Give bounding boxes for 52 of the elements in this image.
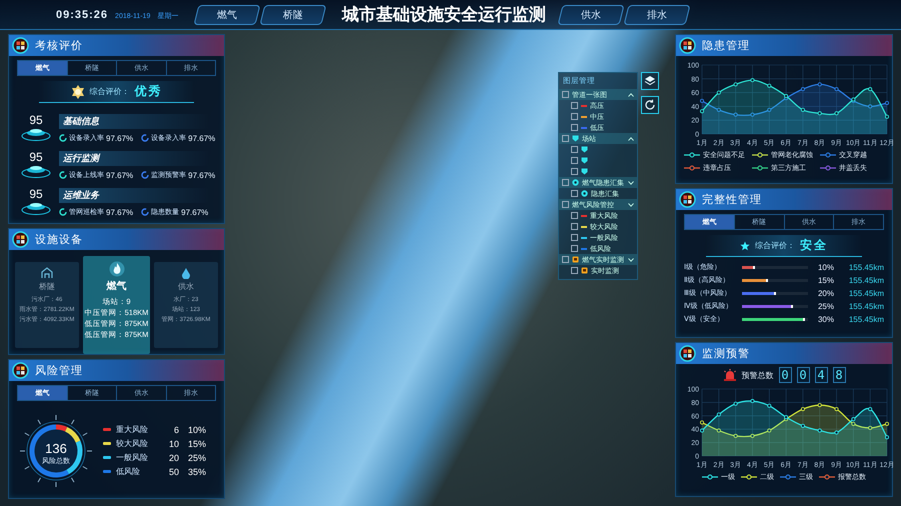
risk-level-name: 重大风险 <box>116 424 149 435</box>
counter-digit: 8 <box>832 367 846 383</box>
rating-value: 安全 <box>800 237 828 254</box>
counter-digit: 0 <box>796 367 810 383</box>
grade-length: 155.45km <box>848 288 884 298</box>
risk-percent: 10% <box>186 424 206 434</box>
grade-length: 155.45km <box>848 314 884 324</box>
metric-value: 97.67% <box>106 134 134 142</box>
grade-length: 155.45km <box>848 262 884 272</box>
rating-value: 优秀 <box>134 83 162 100</box>
counter-digit: 4 <box>814 367 828 383</box>
risk-level-name: 一般风险 <box>116 452 149 463</box>
metric-value: 97.67% <box>188 134 216 142</box>
panel-title: 风险管理 <box>35 364 83 378</box>
risk-count: 50 <box>168 466 179 476</box>
risk-count: 20 <box>168 452 179 462</box>
grade-percent: 30% <box>816 314 834 324</box>
panel-title: 监测预警 <box>702 347 750 361</box>
grade-percent: 20% <box>816 288 834 298</box>
risk-level-name: 较大风险 <box>116 438 149 449</box>
grade-length: 155.45km <box>848 302 884 310</box>
dashboard-title: 城市基础设施安全运行监测 <box>340 4 547 26</box>
panel-title: 考核评价 <box>35 39 83 53</box>
panel-title: 隐患管理 <box>702 38 750 53</box>
alarm-label: 预警总数 <box>742 370 774 380</box>
counter-digit: 0 <box>778 367 792 383</box>
grade-percent: 15% <box>816 276 834 284</box>
metric-value: 97.67% <box>106 170 134 180</box>
risk-count: 6 <box>172 424 179 434</box>
grade-percent: 25% <box>816 302 834 310</box>
risk-count: 10 <box>168 438 179 448</box>
metric-value: 97.67% <box>188 170 216 180</box>
grade-length: 155.45km <box>848 276 884 284</box>
risk-percent: 25% <box>186 452 206 462</box>
card-title: 燃气 <box>106 280 126 293</box>
score-value: 95 <box>29 150 43 164</box>
risk-percent: 15% <box>186 438 206 448</box>
metric-value: 97.67% <box>181 208 208 216</box>
panel-title: 设施设备 <box>35 233 83 247</box>
grade-percent: 10% <box>816 262 834 272</box>
score-value: 95 <box>29 187 43 201</box>
card-title: 桥隧 <box>39 281 55 292</box>
card-title: 供水 <box>178 281 194 292</box>
score-value: 95 <box>29 113 43 127</box>
clock-time: 09:35:26 <box>56 8 108 20</box>
risk-level-name: 低风险 <box>116 466 141 477</box>
rating-label: 综合评价： <box>90 86 130 97</box>
panel-title: 完整性管理 <box>702 192 762 207</box>
risk-percent: 35% <box>186 466 206 476</box>
metric-value: 97.67% <box>106 208 134 216</box>
risk-total: 136 <box>45 440 67 456</box>
rating-label: 综合评价： <box>755 240 795 251</box>
